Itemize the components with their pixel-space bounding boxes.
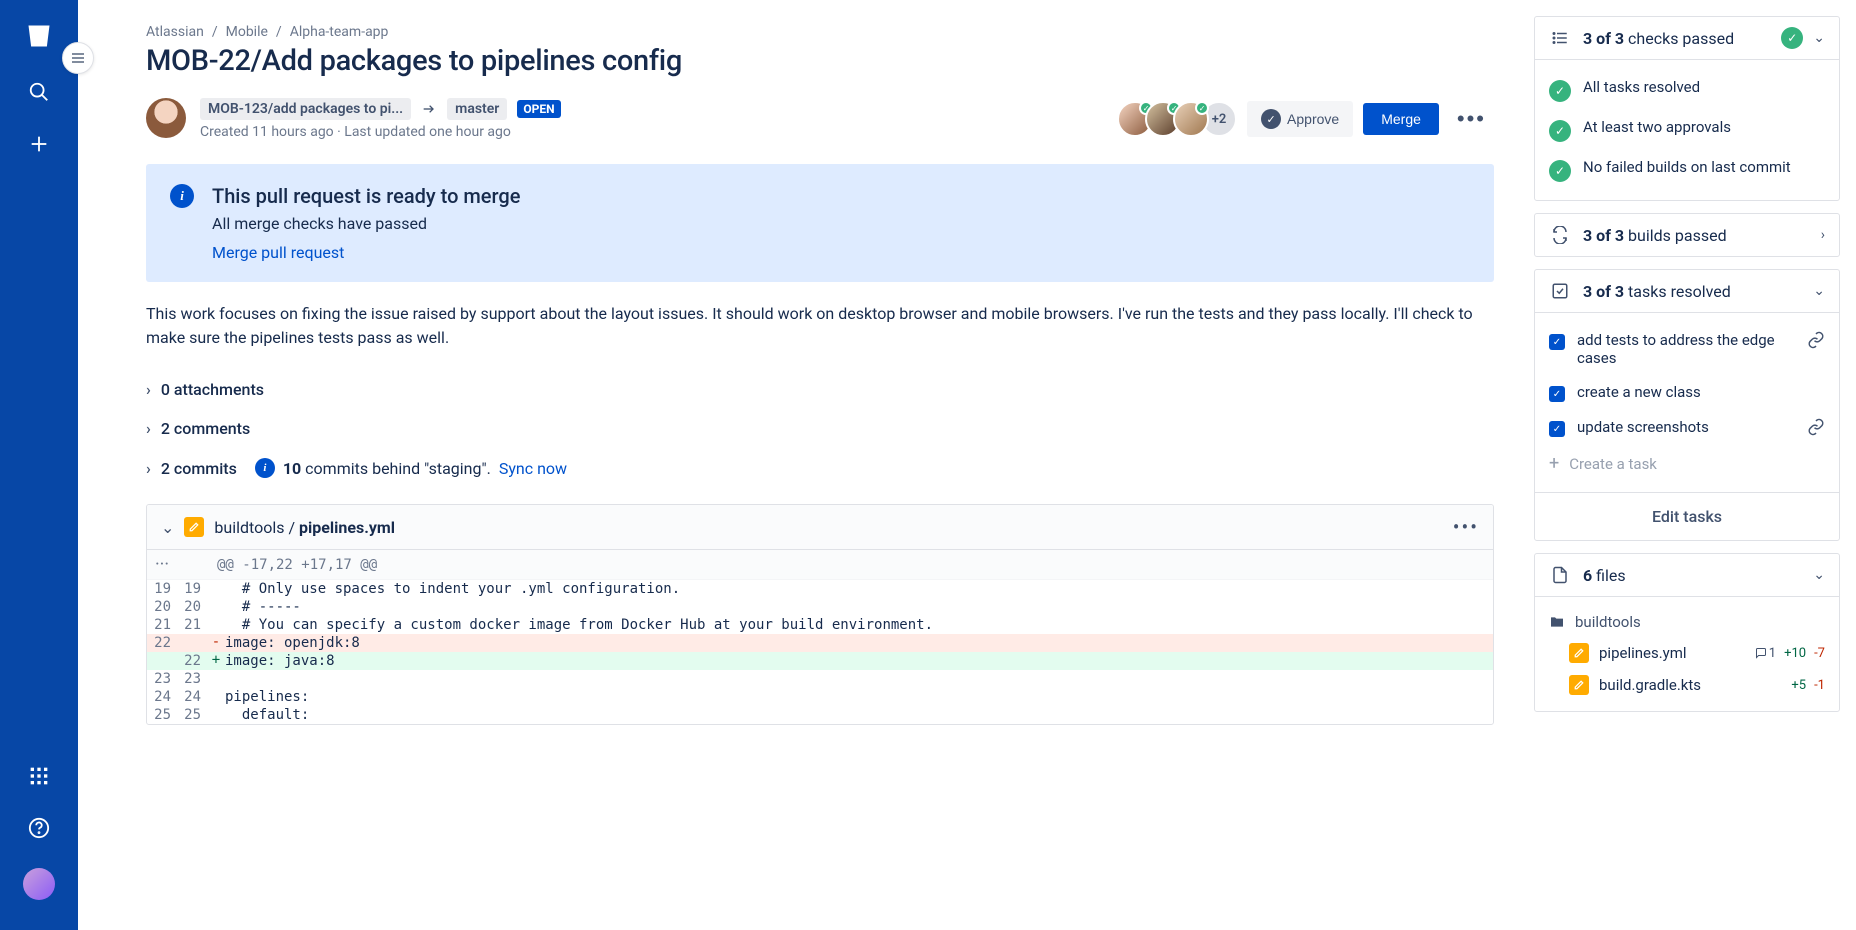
checkbox-checked-icon[interactable]: ✓: [1549, 386, 1565, 402]
sync-now-link[interactable]: Sync now: [499, 459, 567, 478]
banner-subtitle: All merge checks have passed: [212, 214, 520, 233]
breadcrumb: Atlassian / Mobile / Alpha-team-app: [146, 24, 1494, 40]
breadcrumb-repo[interactable]: Alpha-team-app: [290, 24, 389, 40]
checklist-icon: [1549, 27, 1571, 49]
modified-badge-icon: [1569, 675, 1589, 695]
builds-icon: [1549, 224, 1571, 246]
link-icon[interactable]: [1807, 331, 1825, 349]
folder-icon: [1549, 614, 1565, 630]
comments-section[interactable]: › 2 comments: [146, 409, 1494, 448]
merge-ready-banner: i This pull request is ready to merge Al…: [146, 164, 1494, 282]
file-more-button[interactable]: •••: [1453, 515, 1479, 539]
diff-line: 2121 # You can specify a custom docker i…: [147, 616, 1493, 634]
info-icon: i: [170, 184, 194, 208]
file-icon: [1549, 564, 1571, 586]
checks-card: 3 of 3 checks passed ✓ ⌄ ✓All tasks reso…: [1534, 16, 1840, 201]
diff-hunk-header: ··· @@ -17,22 +17,17 @@: [147, 550, 1493, 580]
sidebar-toggle[interactable]: [62, 42, 94, 74]
success-icon: ✓: [1549, 160, 1571, 182]
apps-icon[interactable]: [27, 764, 51, 788]
check-item: ✓At least two approvals: [1549, 110, 1825, 150]
pr-meta: Created 11 hours ago · Last updated one …: [200, 124, 561, 140]
approve-button[interactable]: ✓ Approve: [1247, 101, 1353, 137]
check-icon: ✓: [1261, 109, 1281, 129]
checks-card-header[interactable]: 3 of 3 checks passed ✓ ⌄: [1535, 17, 1839, 59]
pr-description: This work focuses on fixing the issue ra…: [146, 302, 1494, 350]
builds-card: 3 of 3 builds passed ›: [1534, 213, 1840, 257]
diff-line: 22-image: openjdk:8: [147, 634, 1493, 652]
file-diff-card: ⌄ buildtools / pipelines.yml ••• ··· @@ …: [146, 504, 1494, 725]
modified-badge-icon: [184, 517, 204, 537]
diff-line: 2323: [147, 670, 1493, 688]
modified-badge-icon: [1569, 643, 1589, 663]
plus-icon: +: [1549, 453, 1559, 474]
diff-line: 22+image: java:8: [147, 652, 1493, 670]
chevron-down-icon: ⌄: [1813, 283, 1825, 299]
page-title: MOB-22/Add packages to pipelines config: [146, 44, 1494, 78]
reviewer-avatar[interactable]: ✓: [1173, 101, 1209, 137]
check-item: ✓No failed builds on last commit: [1549, 150, 1825, 190]
search-icon[interactable]: [27, 80, 51, 104]
target-branch-chip[interactable]: master: [447, 98, 507, 120]
more-actions-button[interactable]: •••: [1449, 98, 1494, 140]
folder-row[interactable]: buildtools: [1549, 607, 1825, 637]
breadcrumb-org[interactable]: Atlassian: [146, 24, 204, 40]
user-avatar[interactable]: [23, 868, 55, 900]
link-icon[interactable]: [1807, 418, 1825, 436]
task-item: ✓add tests to address the edge cases: [1549, 323, 1825, 375]
plus-icon[interactable]: [27, 132, 51, 156]
files-card: 6 files ⌄ buildtools pipelines.yml1+10-7…: [1534, 553, 1840, 712]
merge-button[interactable]: Merge: [1363, 103, 1439, 135]
help-icon[interactable]: [27, 816, 51, 840]
chevron-right-icon: ›: [1821, 227, 1825, 243]
chevron-down-icon: ⌄: [1813, 30, 1825, 46]
file-list-item[interactable]: build.gradle.kts+5-1: [1549, 669, 1825, 701]
success-icon: ✓: [1781, 27, 1803, 49]
chevron-right-icon: ›: [146, 419, 151, 438]
attachments-section[interactable]: › 0 attachments: [146, 370, 1494, 409]
create-task-input[interactable]: + Create a task: [1549, 445, 1825, 482]
file-path[interactable]: buildtools / pipelines.yml: [214, 518, 395, 537]
comment-count: 1: [1755, 646, 1776, 661]
checkbox-checked-icon[interactable]: ✓: [1549, 334, 1565, 350]
diff-line: 2424 pipelines:: [147, 688, 1493, 706]
task-item: ✓update screenshots: [1549, 410, 1825, 445]
success-icon: ✓: [1549, 80, 1571, 102]
success-icon: ✓: [1549, 120, 1571, 142]
chevron-right-icon: ›: [146, 380, 151, 399]
bitbucket-logo[interactable]: [23, 20, 55, 52]
info-icon: i: [255, 458, 275, 478]
merge-pull-request-link[interactable]: Merge pull request: [212, 243, 344, 262]
chevron-down-icon[interactable]: ⌄: [161, 518, 174, 537]
dots-icon: •••: [1457, 106, 1486, 132]
file-list-item[interactable]: pipelines.yml1+10-7: [1549, 637, 1825, 669]
builds-card-header[interactable]: 3 of 3 builds passed ›: [1535, 214, 1839, 256]
chevron-right-icon: ›: [146, 459, 151, 478]
status-badge: OPEN: [517, 100, 560, 118]
source-branch-chip[interactable]: MOB-123/add packages to pi...: [200, 98, 411, 120]
breadcrumb-project[interactable]: Mobile: [226, 24, 268, 40]
check-item: ✓All tasks resolved: [1549, 70, 1825, 110]
reviewers: ✓ ✓ ✓ +2: [1117, 101, 1237, 137]
tasks-card: 3 of 3 tasks resolved ⌄ ✓add tests to ad…: [1534, 269, 1840, 541]
edit-tasks-button[interactable]: Edit tasks: [1535, 492, 1839, 540]
files-card-header[interactable]: 6 files ⌄: [1535, 554, 1839, 596]
diff-line: 2525 default:: [147, 706, 1493, 724]
diff-line: 2020 # -----: [147, 598, 1493, 616]
chevron-down-icon: ⌄: [1813, 567, 1825, 583]
banner-title: This pull request is ready to merge: [212, 184, 520, 208]
author-avatar[interactable]: [146, 98, 186, 138]
diff-line: 1919 # Only use spaces to indent your .y…: [147, 580, 1493, 598]
arrow-right-icon: [421, 101, 437, 117]
tasks-card-header[interactable]: 3 of 3 tasks resolved ⌄: [1535, 270, 1839, 312]
expand-icon[interactable]: ···: [147, 550, 177, 579]
tasks-icon: [1549, 280, 1571, 302]
task-item: ✓create a new class: [1549, 375, 1825, 410]
commits-section[interactable]: › 2 commits i 10 commits behind "staging…: [146, 448, 1494, 488]
checkbox-checked-icon[interactable]: ✓: [1549, 421, 1565, 437]
